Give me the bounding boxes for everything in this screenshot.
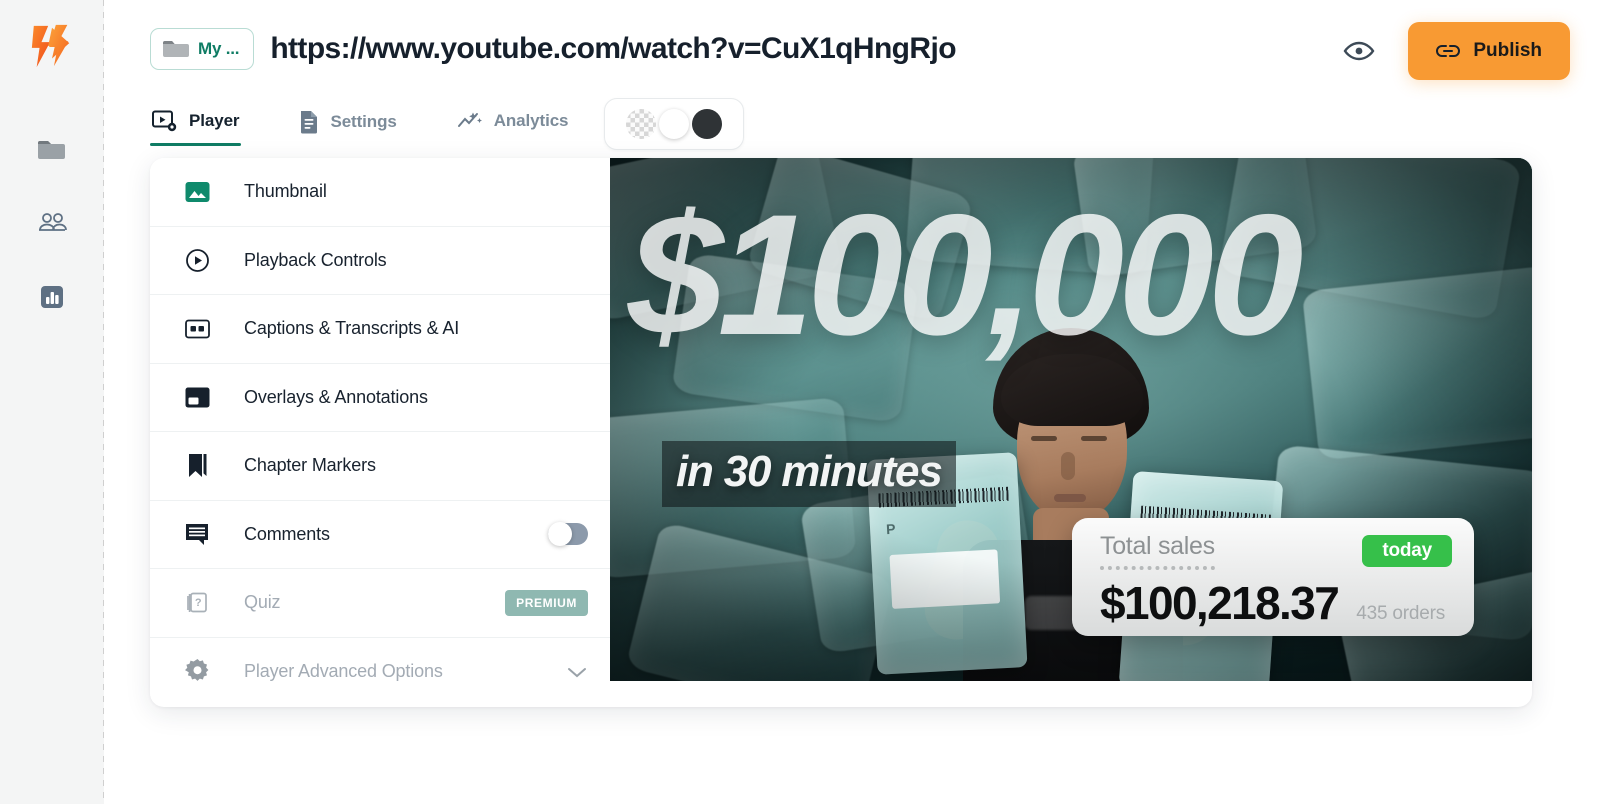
cc-icon	[184, 316, 210, 342]
thumbnail-headline: $100,000	[628, 179, 1303, 371]
swatch-transparent[interactable]	[626, 109, 656, 139]
rail-divider	[103, 0, 104, 804]
menu-item-quiz[interactable]: ? Quiz PREMIUM	[150, 569, 610, 638]
menu-item-label: Captions & Transcripts & AI	[244, 318, 460, 339]
menu-item-captions[interactable]: Captions & Transcripts & AI	[150, 295, 610, 364]
comment-icon	[184, 521, 210, 547]
video-thumbnail-preview[interactable]: P P $100,000 in 30 minutes Total sales t…	[610, 158, 1532, 681]
chevron-down-icon[interactable]	[566, 665, 588, 679]
swatch-dark[interactable]	[692, 109, 722, 139]
quiz-icon: ?	[184, 590, 210, 616]
premium-badge: PREMIUM	[505, 589, 588, 616]
menu-item-overlays[interactable]: Overlays & Annotations	[150, 363, 610, 432]
folder-chip-label: My ...	[198, 39, 240, 58]
tab-analytics[interactable]: Analytics	[455, 104, 571, 146]
folder-icon	[38, 141, 65, 159]
swatch-white[interactable]	[659, 109, 689, 139]
svg-text:?: ?	[195, 597, 202, 609]
tab-player-label: Player	[189, 111, 240, 130]
folder-icon	[163, 41, 189, 57]
play-circle-icon	[184, 247, 210, 273]
menu-item-player-advanced-options[interactable]: Player Advanced Options	[150, 637, 610, 706]
menu-item-playback-controls[interactable]: Playback Controls	[150, 226, 610, 295]
total-sales-amount: $100,218.37	[1100, 577, 1340, 629]
sidebar-item-analytics[interactable]	[35, 280, 69, 314]
menu-item-label: Thumbnail	[244, 181, 327, 202]
menu-item-label: Overlays & Annotations	[244, 386, 428, 407]
background-swatch-group	[604, 98, 744, 150]
app-logo-icon[interactable]	[29, 22, 75, 70]
player-settings-icon	[152, 110, 177, 132]
total-sales-orders: 435 orders	[1356, 603, 1446, 624]
tab-analytics-label: Analytics	[493, 111, 569, 130]
player-feature-menu: Thumbnail Playback Controls Captions & T…	[150, 158, 610, 706]
bar-chart-icon	[41, 286, 63, 308]
tab-bar: Player Settings Analytics	[150, 104, 626, 148]
eye-icon	[1343, 41, 1375, 61]
comments-toggle[interactable]	[548, 522, 588, 547]
page-title-url: https://www.youtube.com/watch?v=CuX1qHng…	[270, 32, 956, 65]
sidebar-item-folders[interactable]	[35, 132, 69, 166]
left-rail	[0, 0, 104, 804]
document-icon	[301, 111, 318, 134]
player-panel: Thumbnail Playback Controls Captions & T…	[150, 158, 1532, 707]
total-sales-label: Total sales	[1100, 532, 1215, 570]
link-icon	[1436, 45, 1461, 57]
preview-eye-button[interactable]	[1342, 34, 1376, 68]
thumbnail-subline-band: in 30 minutes	[662, 441, 956, 507]
folder-chip[interactable]: My ...	[150, 28, 255, 70]
total-sales-card: Total sales today $100,218.37 435 orders	[1072, 518, 1474, 636]
menu-item-comments[interactable]: Comments	[150, 500, 610, 569]
today-badge: today	[1362, 535, 1452, 567]
menu-item-label: Comments	[244, 523, 330, 544]
menu-item-label: Chapter Markers	[244, 455, 376, 476]
publish-button[interactable]: Publish	[1408, 22, 1570, 80]
people-icon	[39, 213, 67, 231]
sidebar-item-team[interactable]	[35, 206, 69, 240]
app-root: My ... https://www.youtube.com/watch?v=C…	[0, 0, 1600, 804]
sparkle-chart-icon	[457, 112, 482, 127]
menu-item-label: Playback Controls	[244, 249, 387, 270]
tab-settings-label: Settings	[330, 112, 397, 131]
menu-item-thumbnail[interactable]: Thumbnail	[150, 158, 610, 227]
thumbnail-subline: in 30 minutes	[676, 447, 943, 496]
image-icon	[184, 179, 210, 205]
publish-label: Publish	[1473, 40, 1542, 61]
tab-settings[interactable]: Settings	[297, 104, 398, 148]
menu-item-label: Player Advanced Options	[244, 661, 443, 682]
header: My ... https://www.youtube.com/watch?v=C…	[104, 0, 1600, 96]
toggle-knob	[548, 522, 572, 547]
menu-item-label: Quiz	[244, 592, 281, 613]
overlay-icon	[184, 384, 210, 410]
bookmark-icon	[184, 453, 210, 479]
tab-player[interactable]: Player	[150, 104, 242, 146]
menu-item-chapter-markers[interactable]: Chapter Markers	[150, 432, 610, 501]
gear-icon	[184, 659, 210, 685]
